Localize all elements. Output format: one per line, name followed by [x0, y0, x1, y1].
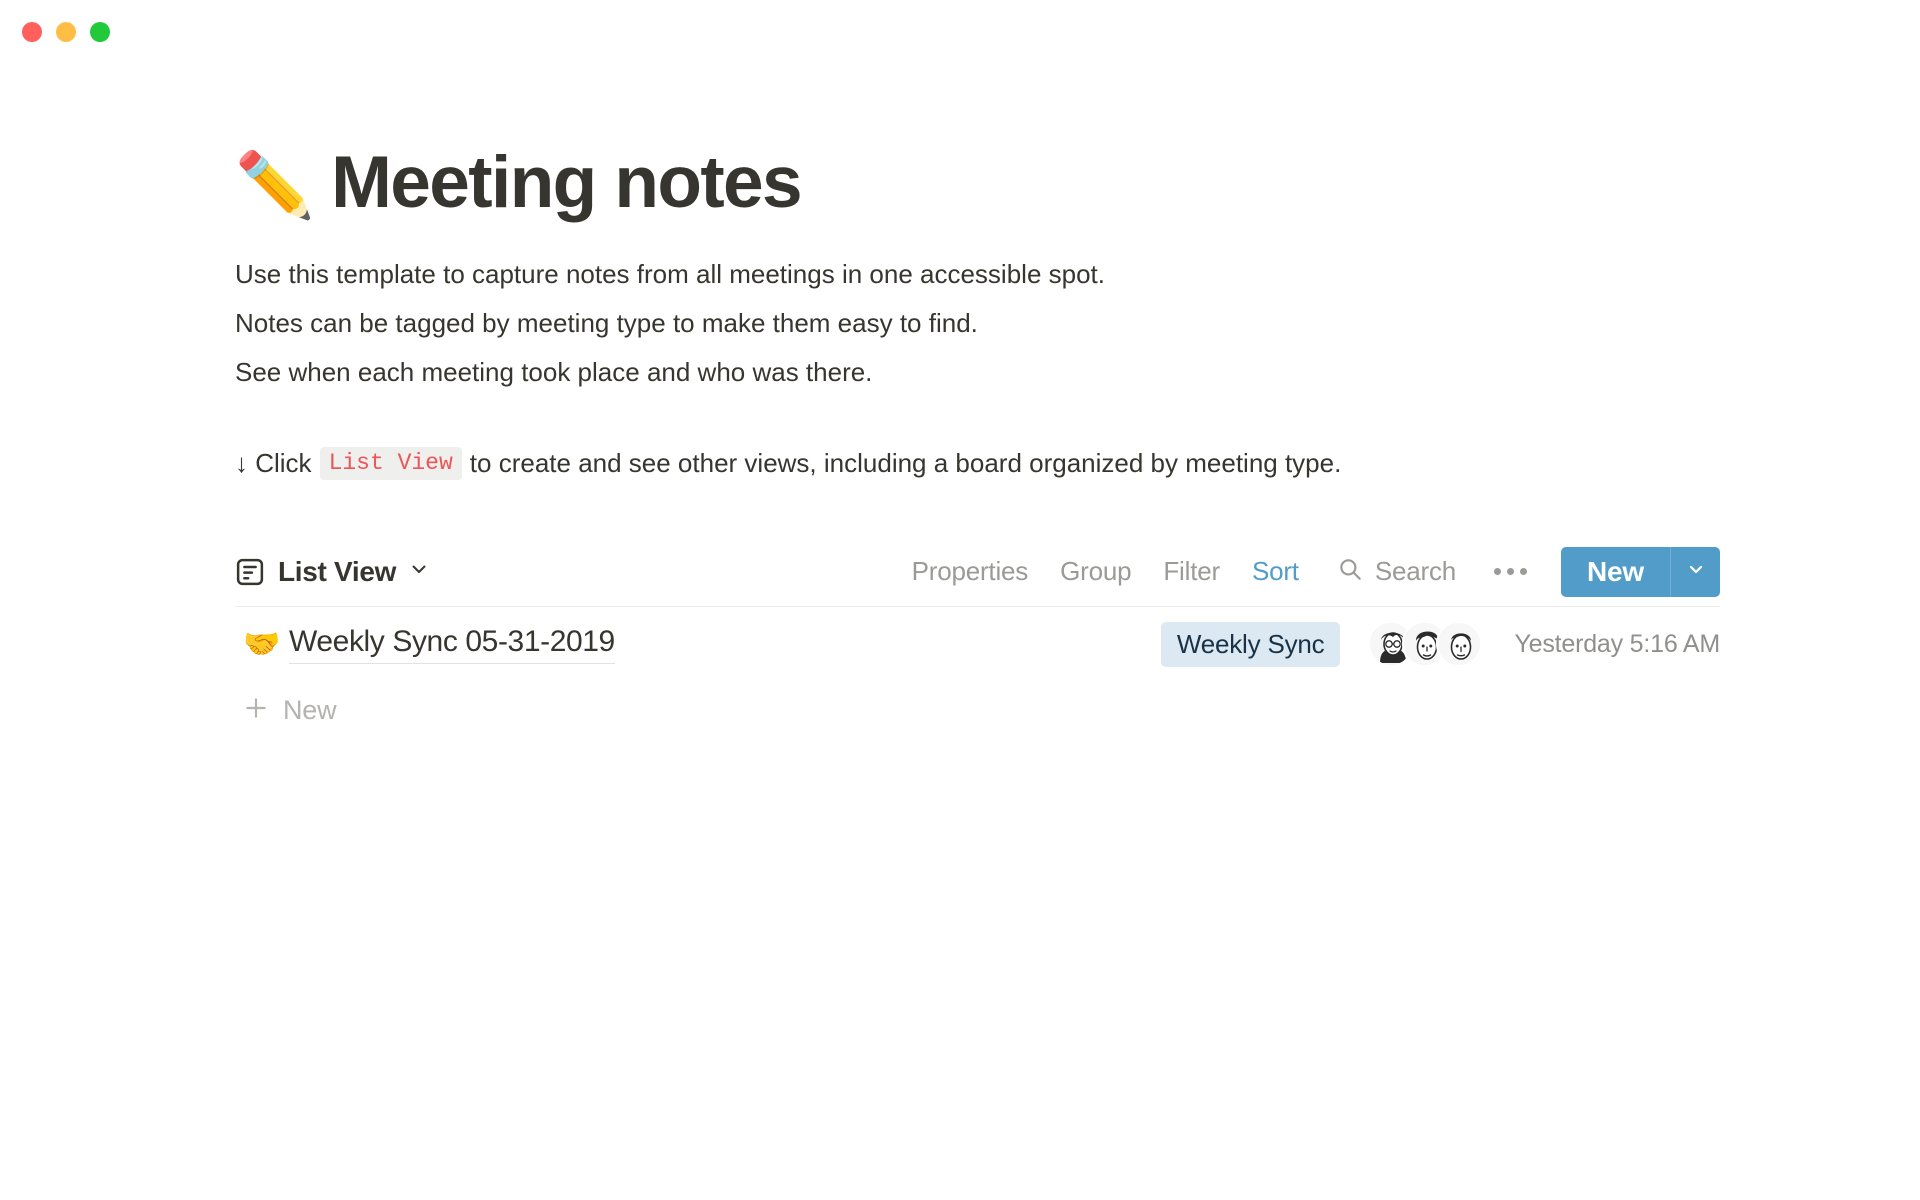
description-line-3: See when each meeting took place and who…: [235, 357, 873, 387]
hint-suffix: to create and see other views, including…: [469, 448, 1342, 478]
add-new-row-label: New: [283, 694, 337, 725]
toolbar-actions: Properties Group Filter Sort Search New: [896, 546, 1720, 597]
row-metadata: Weekly Sync Yesterday 5:16 AM: [1160, 621, 1720, 667]
hint-prefix: ↓ Click: [235, 448, 312, 478]
view-label: List View: [278, 555, 397, 587]
tab-list-view[interactable]: List View: [235, 556, 429, 588]
row-timestamp: Yesterday 5:16 AM: [1514, 629, 1720, 658]
filter-button[interactable]: Filter: [1147, 556, 1236, 587]
ellipsis-icon: [1520, 568, 1528, 575]
description-line-1: Use this template to capture notes from …: [235, 259, 1105, 289]
new-button-group: New: [1561, 546, 1720, 597]
pencil-icon: ✏️: [235, 149, 315, 221]
search-placeholder: Search: [1374, 556, 1457, 586]
description-line-2: Notes can be tagged by meeting type to m…: [235, 308, 978, 338]
sort-button[interactable]: Sort: [1236, 556, 1315, 587]
row-title[interactable]: Weekly Sync 05-31-2019: [289, 625, 615, 664]
properties-button[interactable]: Properties: [896, 556, 1045, 587]
page-content: ✏️ Meeting notes Use this template to ca…: [0, 0, 1920, 739]
new-button[interactable]: New: [1561, 546, 1670, 597]
more-options-button[interactable]: [1474, 568, 1547, 575]
avatar-group: [1368, 621, 1483, 667]
avatar: [1436, 621, 1483, 667]
table-row[interactable]: 🤝 Weekly Sync 05-31-2019 Weekly Sync Yes…: [235, 607, 1720, 681]
page-description: Use this template to capture notes from …: [235, 250, 1720, 397]
new-dropdown-button[interactable]: [1670, 546, 1720, 597]
handshake-icon: 🤝: [243, 627, 281, 661]
list-view-code-chip: List View: [319, 446, 462, 480]
page-title: ✏️ Meeting notes: [235, 140, 1720, 226]
hint-line: ↓ Click List View to create and see othe…: [235, 443, 1720, 483]
search-input[interactable]: Search: [1315, 556, 1474, 587]
database-toolbar: List View Properties Group Filter Sort S: [235, 545, 1720, 607]
search-icon: [1337, 556, 1363, 587]
group-button[interactable]: Group: [1044, 556, 1147, 587]
plus-icon: [243, 695, 269, 726]
chevron-down-icon: [1686, 559, 1706, 584]
add-new-row-button[interactable]: New: [243, 681, 1720, 739]
ellipsis-icon: [1494, 568, 1502, 575]
ellipsis-icon: [1507, 568, 1515, 575]
page-title-text: Meeting notes: [331, 142, 803, 223]
status-badge: Weekly Sync: [1160, 621, 1341, 667]
list-view-icon: [235, 557, 265, 587]
chevron-down-icon: [409, 559, 429, 584]
